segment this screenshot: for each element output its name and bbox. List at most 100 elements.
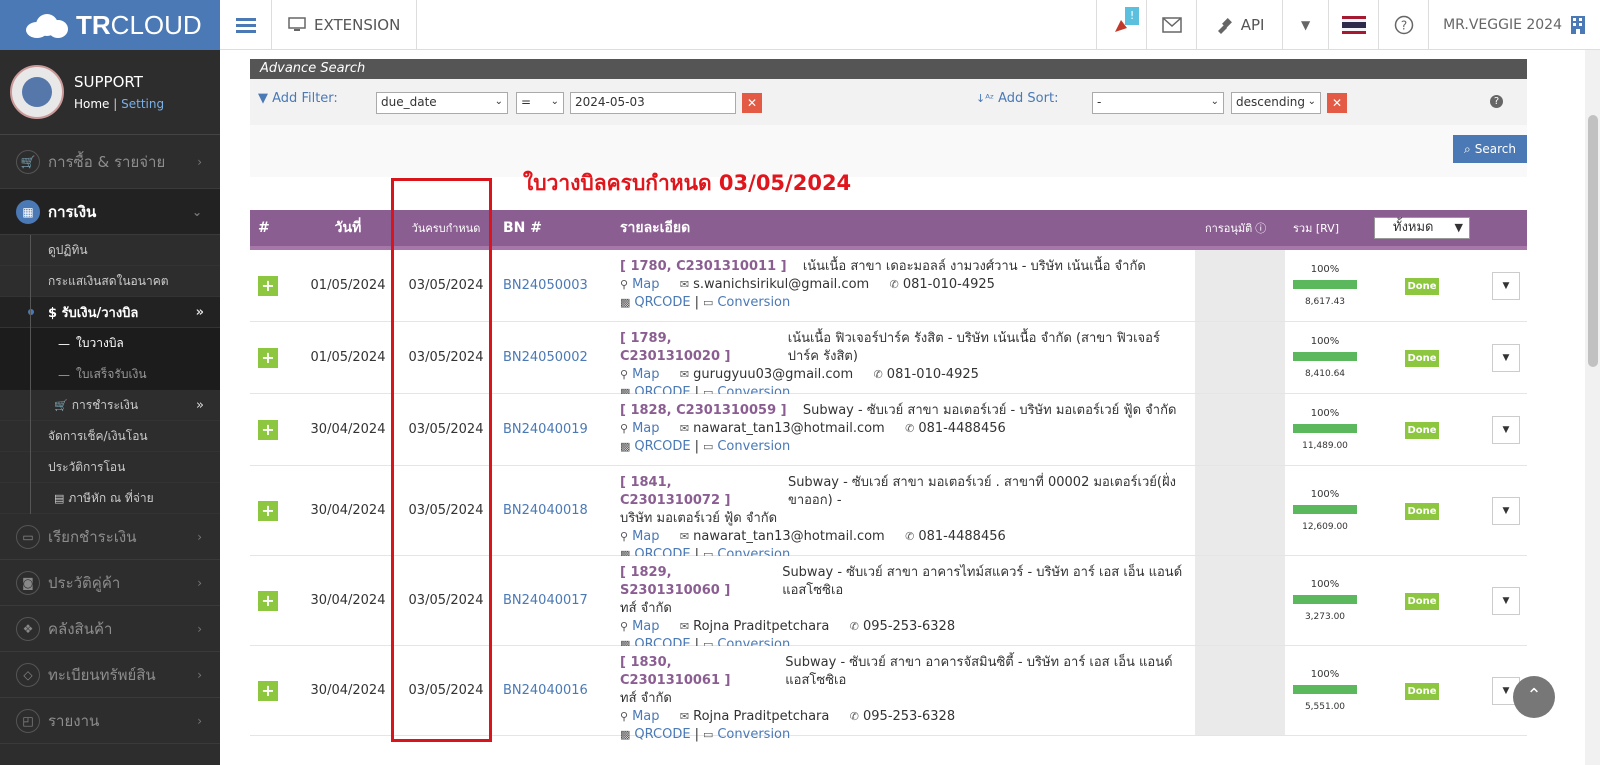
header-bn[interactable]: BN # [503,210,542,246]
submenu-item-transfer-history[interactable]: ประวัติการโอน [0,452,220,483]
expand-row-button[interactable]: + [258,348,278,368]
progress-cell: 100% 5,551.00 [1292,669,1358,712]
submenu-item-calendar[interactable]: ดูปฏิทิน [0,235,220,266]
add-sort-link[interactable]: ↓ᴬᶻ Add Sort: [976,91,1058,106]
remove-filter-button[interactable]: ✕ [742,93,762,113]
qrcode-link[interactable]: QRCODE [634,438,690,456]
map-link[interactable]: Map [632,708,659,726]
customer-code[interactable]: [ 1829, S2301310060 ] [620,564,766,600]
customer-code[interactable]: [ 1780, C2301310011 ] [620,258,787,276]
header-detail: รายละเอียด [620,220,691,236]
remove-sort-button[interactable]: ✕ [1327,93,1347,113]
extension-button[interactable]: EXTENSION [272,0,418,50]
submenu-item-cheque[interactable]: จัดการเช็ค/เงินโอน [0,421,220,452]
row-actions-dropdown[interactable]: ▼ [1492,497,1520,525]
question-circle-icon[interactable]: ? [1490,95,1503,108]
approval-cell [1195,394,1285,465]
chevron-right-icon: › [197,575,202,590]
sidebar-item-purchase[interactable]: 🛒 การซื้อ & รายจ่าย › [0,135,220,189]
notification-button[interactable]: ! [1096,0,1146,50]
customer-code[interactable]: [ 1789, C2301310020 ] [620,330,771,366]
header-due-date[interactable]: วันครบกำหนด [400,210,492,246]
setting-link[interactable]: Setting [121,97,164,111]
map-link[interactable]: Map [632,618,659,636]
submenu-item-receive[interactable]: $ รับเงิน/วางบิล » [0,297,220,328]
language-button[interactable] [1328,0,1378,50]
dropdown-toggle[interactable]: ▼ [1282,0,1328,50]
sidebar-item-label: รายงาน [48,711,100,730]
customer-code[interactable]: [ 1841, C2301310072 ] [620,474,772,510]
submenu-item-receipt[interactable]: — ใบเสร็จรับเงิน [0,359,220,390]
customer-phone: 081-4488456 [918,421,1006,436]
submenu-label: จัดการเช็ค/เงินโอน [48,428,148,443]
menu-toggle-button[interactable] [220,0,272,50]
api-button[interactable]: API [1196,0,1282,50]
filter-value-input[interactable]: 2024-05-03 [570,92,736,114]
submenu-item-cashflow[interactable]: กระแสเงินสดในอนาคต [0,266,220,297]
sidebar-item-inventory[interactable]: ❖ คลังสินค้า › [0,606,220,652]
expand-row-button[interactable]: + [258,420,278,440]
filter-operator-select[interactable]: = ⌄ [516,92,564,114]
row-actions-dropdown[interactable]: ▼ [1492,587,1520,615]
status-filter-select[interactable]: ทั้งหมด ▼ [1374,217,1470,239]
bn-link[interactable]: BN24040016 [503,683,588,698]
sidebar-item-contacts[interactable]: ◙ ประวัติคู่ค้า › [0,560,220,606]
table-row: +30/04/2024 03/05/2024 BN24040019 [ 1828, C… [250,394,1527,466]
mail-button[interactable] [1146,0,1196,50]
envelope-icon [1161,17,1182,33]
scrollbar[interactable] [1585,50,1600,765]
home-link[interactable]: Home [74,97,109,111]
submenu-item-withholding-tax[interactable]: ▤ ภาษีหัก ณ ที่จ่าย [0,483,220,514]
progress-cell: 100% 12,609.00 [1292,489,1358,532]
scroll-to-top-button[interactable]: ⌃ [1513,676,1555,718]
conversion-link[interactable]: Conversion [717,438,790,456]
company-selector[interactable]: MR.VEGGIE 2024 [1428,0,1600,50]
sidebar-item-finance[interactable]: ▦ การเงิน ⌄ [0,189,220,235]
help-button[interactable]: ? [1378,0,1428,50]
progress-percent: 100% [1310,669,1340,680]
map-link[interactable]: Map [632,420,659,438]
avatar [10,65,64,119]
map-link[interactable]: Map [632,528,659,546]
row-actions-dropdown[interactable]: ▼ [1492,272,1520,300]
bn-link[interactable]: BN24050003 [503,278,588,293]
expand-row-button[interactable]: + [258,501,278,521]
submenu-item-billing-note[interactable]: — ใบวางบิล [0,328,220,359]
sidebar-item-assets[interactable]: ◇ ทะเบียนทรัพย์สิน › [0,652,220,698]
expand-row-button[interactable]: + [258,681,278,701]
envelope-icon: ✉ [679,278,690,291]
map-marker-icon: ⚲ [620,530,629,543]
sort-field-select[interactable]: - ⌄ [1092,92,1224,114]
customer-code[interactable]: [ 1830, C2301310061 ] [620,654,769,690]
header-approval: การอนุมัติ ⓘ [1205,210,1266,246]
sidebar-item-label: ประวัติคู่ค้า [48,573,121,592]
map-link[interactable]: Map [632,276,659,294]
scrollbar-thumb[interactable] [1588,115,1598,367]
row-actions-dropdown[interactable]: ▼ [1492,416,1520,444]
qrcode-link[interactable]: QRCODE [634,726,690,744]
profile-separator: | [113,97,118,111]
conversion-link[interactable]: Conversion [717,294,790,312]
customer-code[interactable]: [ 1828, C2301310059 ] [620,402,787,420]
expand-row-button[interactable]: + [258,276,278,296]
bn-link[interactable]: BN24040018 [503,503,588,518]
header-date[interactable]: วันที่ [300,210,396,246]
date-cell: 01/05/2024 [310,278,386,293]
sidebar-item-reports[interactable]: ◰ รายงาน › [0,698,220,744]
conversion-link[interactable]: Conversion [717,726,790,744]
sort-direction-select[interactable]: descending ⌄ [1231,92,1321,114]
amount: 5,551.00 [1304,702,1346,712]
submenu-item-payment[interactable]: 🛒 การชำระเงิน » [0,390,220,421]
qrcode-link[interactable]: QRCODE [634,294,690,312]
filter-field-select[interactable]: due_date ⌄ [376,92,508,114]
search-button[interactable]: ⌕ Search [1453,135,1527,163]
bn-link[interactable]: BN24040019 [503,422,588,437]
add-filter-link[interactable]: ▼ Add Filter: [258,91,338,106]
sidebar-item-billing[interactable]: ▭ เรียกชำระเงิน › [0,514,220,560]
map-link[interactable]: Map [632,366,659,384]
bn-link[interactable]: BN24040017 [503,593,588,608]
bn-link[interactable]: BN24050002 [503,350,588,365]
brand-logo[interactable]: TR CLOUD [0,0,220,50]
row-actions-dropdown[interactable]: ▼ [1492,344,1520,372]
expand-row-button[interactable]: + [258,591,278,611]
